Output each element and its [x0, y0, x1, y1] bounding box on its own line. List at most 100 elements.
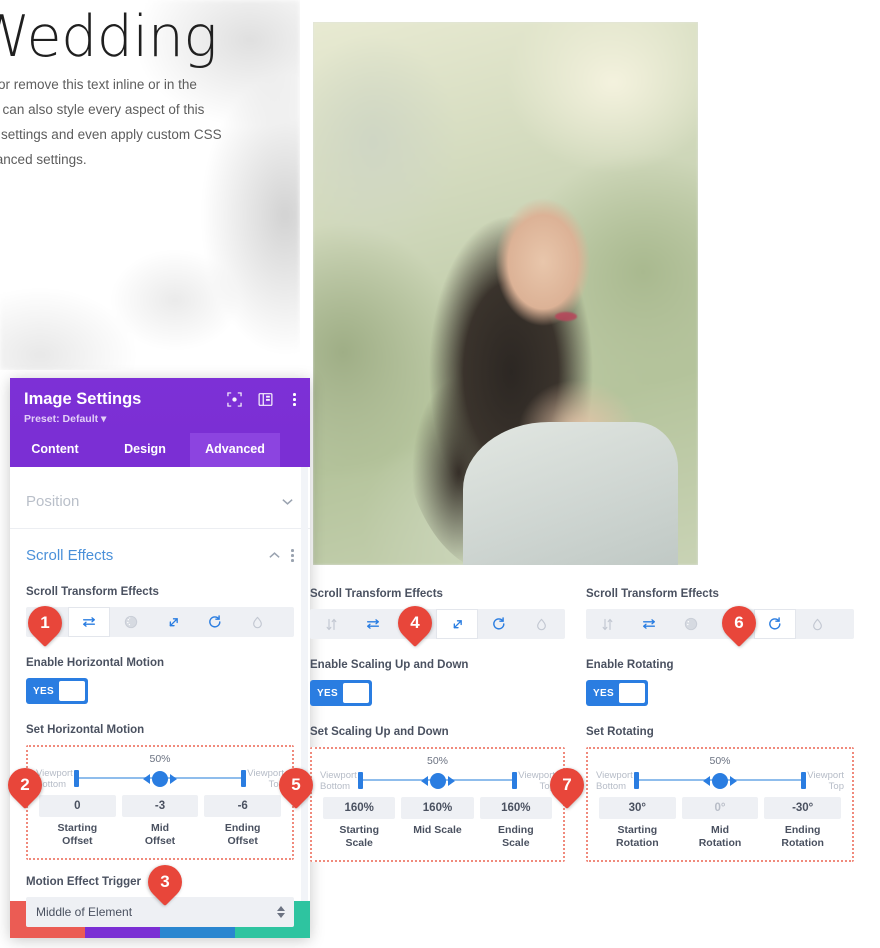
- viewport-bottom-label-2: Viewport Bottom: [320, 770, 357, 792]
- hero-paragraph: ere. Edit or remove this text inline or …: [0, 77, 222, 167]
- fade-icon: [124, 615, 138, 629]
- rotate-icon-cell-2[interactable]: [478, 609, 520, 639]
- step-marker-6: 6: [714, 598, 764, 648]
- step-marker-4: 4: [390, 598, 440, 648]
- ending-offset-value[interactable]: -6: [204, 795, 282, 817]
- slider-values-2: 160% Starting Scale 160% Mid Scale 160% …: [320, 797, 555, 850]
- section-position-controls: [281, 495, 294, 508]
- blur-icon-cell-1[interactable]: [236, 607, 278, 637]
- toggle-knob-3: [618, 683, 645, 703]
- slider-arrow-left-1: [143, 774, 150, 784]
- scale-icon-cell-1[interactable]: [152, 607, 194, 637]
- fade-icon-cell-3[interactable]: [670, 609, 712, 639]
- vertical-motion-icon-cell-2[interactable]: [310, 609, 352, 639]
- panel-tabs: Content Design Advanced: [10, 433, 310, 467]
- slider-start-handle-1[interactable]: [74, 770, 79, 787]
- transform-effects-label-3: Scroll Transform Effects: [586, 588, 719, 600]
- slider-mid-handle-2[interactable]: [429, 773, 446, 789]
- tab-advanced[interactable]: Advanced: [190, 433, 280, 467]
- viewport-top-label-3: Viewport Top: [807, 770, 844, 792]
- scale-icon: [169, 617, 178, 626]
- panel-header: Image Settings Preset: Default ▾: [10, 378, 310, 433]
- photo-lips: [555, 312, 577, 321]
- ending-scale-value[interactable]: 160%: [479, 797, 552, 819]
- vertical-motion-icon-cell-3[interactable]: [586, 609, 628, 639]
- horizontal-motion-icon-cell-2[interactable]: [352, 609, 394, 639]
- ending-offset-col: -6 Ending Offset: [201, 795, 284, 848]
- marker-number-2: 2: [20, 775, 30, 794]
- slider-mid-handle-3[interactable]: [712, 773, 728, 789]
- marker-number-7: 7: [562, 775, 572, 794]
- mid-scale-value[interactable]: 160%: [401, 797, 474, 819]
- rotating-slider-group: 50% Viewport Bottom Viewport Top 30° Sta…: [586, 747, 854, 862]
- more-options-icon[interactable]: [289, 393, 300, 406]
- starting-offset-value[interactable]: 0: [39, 795, 116, 817]
- mid-scale-col: 160% Mid Scale: [398, 797, 476, 850]
- mid-rotation-value[interactable]: 0°: [681, 797, 759, 819]
- panel-preset[interactable]: Preset: Default ▾: [24, 413, 296, 425]
- set-motion-label-1: Set Horizontal Motion: [26, 724, 145, 736]
- section-options-icon[interactable]: [291, 549, 294, 562]
- enable-horizontal-motion-toggle[interactable]: YES: [26, 678, 88, 704]
- starting-offset-col: 0 Starting Offset: [36, 795, 119, 848]
- ending-rotation-value[interactable]: -30°: [764, 797, 842, 819]
- marker-number-1: 1: [40, 613, 50, 632]
- mid-rotation-caption: Mid Rotation: [698, 824, 742, 849]
- page-background-hero: Wedding ere. Edit or remove this text in…: [0, 0, 300, 370]
- slider-rail-1[interactable]: Viewport Bottom Viewport Top: [36, 766, 284, 790]
- horizontal-motion-icon-cell-3[interactable]: [628, 609, 670, 639]
- rotate-icon-cell-1[interactable]: [194, 607, 236, 637]
- scale-icon-cell-2[interactable]: [436, 609, 478, 639]
- starting-rotation-value[interactable]: 30°: [599, 797, 676, 819]
- slider-values-1: 0 Starting Offset -3 Mid Offset -6 Endin…: [36, 795, 284, 848]
- step-marker-1: 1: [20, 598, 70, 648]
- fullscreen-icon[interactable]: [227, 392, 243, 407]
- viewport-bottom-label-3: Viewport Bottom: [596, 770, 633, 792]
- slider-end-handle-3[interactable]: [801, 772, 806, 789]
- horizontal-motion-icon-cell-1[interactable]: [68, 607, 110, 637]
- section-position[interactable]: Position: [10, 475, 310, 529]
- chevron-up-icon[interactable]: [268, 549, 281, 562]
- section-scroll-effects[interactable]: Scroll Effects: [10, 529, 310, 582]
- horizontal-motion-icon: [643, 619, 655, 629]
- mid-offset-value[interactable]: -3: [121, 795, 199, 817]
- image-module-photo[interactable]: [313, 22, 698, 565]
- horizontal-motion-icon: [83, 617, 95, 627]
- vertical-motion-icon: [326, 618, 336, 630]
- step-marker-5: 5: [271, 760, 321, 810]
- panel-layout-icon[interactable]: [258, 392, 273, 407]
- slider-end-handle-1[interactable]: [241, 770, 246, 787]
- panel-scrollbar-track[interactable]: [301, 467, 308, 910]
- slider-arrow-right-1: [170, 774, 177, 784]
- rotate-icon: [209, 615, 221, 628]
- section-scroll-effects-controls: [268, 549, 294, 562]
- slider-mid-handle-1[interactable]: [152, 771, 168, 787]
- fade-icon-cell-1[interactable]: [110, 607, 152, 637]
- starting-offset-caption: Starting Offset: [57, 822, 98, 847]
- blur-icon-cell-2[interactable]: [520, 609, 562, 639]
- transform-effects-label-1: Scroll Transform Effects: [26, 586, 159, 598]
- starting-scale-caption: Starting Scale: [339, 824, 379, 849]
- starting-scale-value[interactable]: 160%: [323, 797, 396, 819]
- step-marker-2: 2: [0, 760, 50, 810]
- panel-header-icons: [227, 392, 300, 407]
- mid-offset-caption: Mid Offset: [144, 822, 176, 847]
- enable-scaling-toggle[interactable]: YES: [310, 680, 372, 706]
- rotate-icon-cell-3[interactable]: [754, 609, 796, 639]
- effect-icon-strip-1: [26, 607, 294, 637]
- chevron-down-icon[interactable]: [281, 495, 294, 508]
- blur-icon-cell-3[interactable]: [796, 609, 838, 639]
- slider-start-handle-2[interactable]: [358, 772, 363, 789]
- tab-design[interactable]: Design: [100, 433, 190, 467]
- slider-start-handle-3[interactable]: [634, 772, 639, 789]
- enable-label-1: Enable Horizontal Motion: [26, 657, 164, 669]
- transform-effects-label-2: Scroll Transform Effects: [310, 588, 443, 600]
- tab-content[interactable]: Content: [10, 433, 100, 467]
- toggle-value-2: YES: [317, 687, 338, 699]
- slider-rail-2[interactable]: Viewport Bottom Viewport Top: [320, 768, 555, 792]
- enable-rotating-toggle[interactable]: YES: [586, 680, 648, 706]
- slider-end-handle-2[interactable]: [512, 772, 517, 789]
- ending-offset-caption: Ending Offset: [224, 822, 261, 847]
- effect-icon-strip-3: [586, 609, 854, 639]
- slider-rail-3[interactable]: Viewport Bottom Viewport Top: [596, 768, 844, 792]
